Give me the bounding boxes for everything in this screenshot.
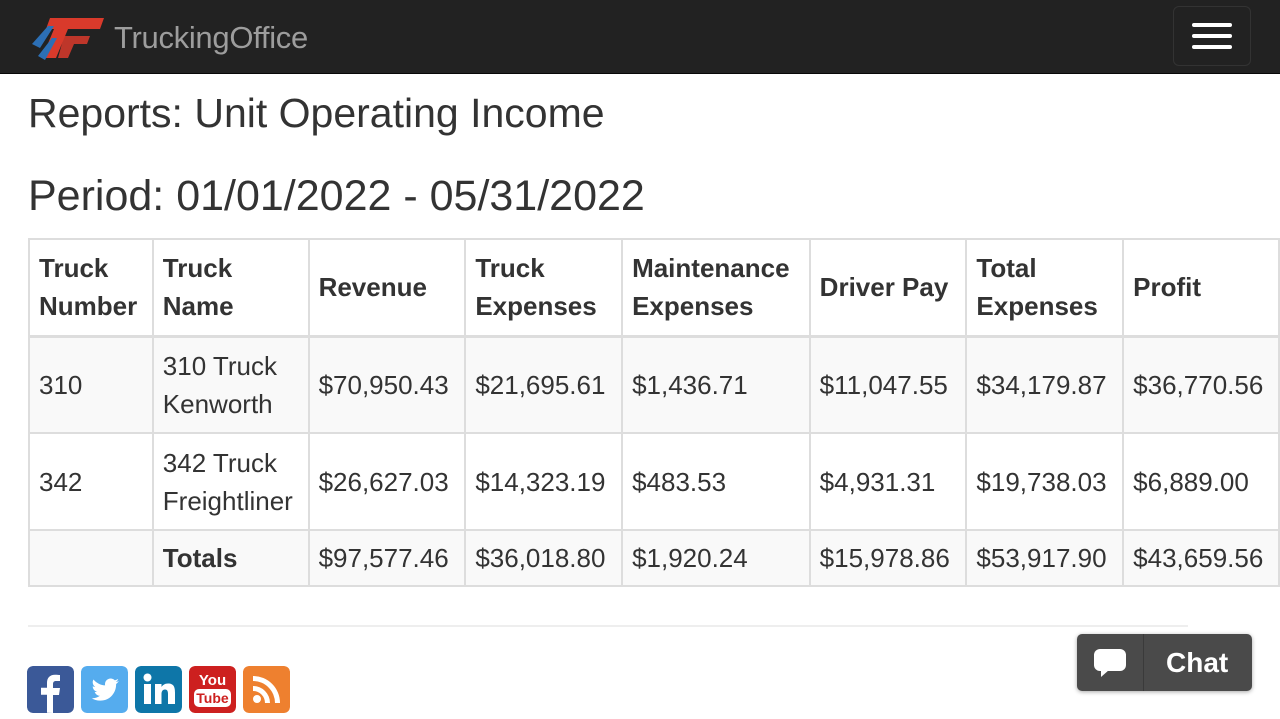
footer-divider	[28, 625, 1188, 627]
header-truck-number: Truck Number	[28, 238, 154, 338]
hamburger-bar	[1192, 45, 1232, 49]
cell-truck-number: 342	[28, 432, 154, 531]
cell-truck-name: 342 Truck Freightliner	[151, 432, 310, 531]
total-maintenance-expenses: $1,920.24	[621, 529, 811, 587]
trucking-office-logo-icon	[32, 18, 104, 60]
facebook-icon[interactable]	[27, 666, 74, 713]
unit-operating-income-table: Truck Number Truck Name Revenue Truck Expen…	[28, 238, 1280, 587]
twitter-icon[interactable]	[81, 666, 128, 713]
social-links: You Tube	[27, 666, 290, 713]
cell-truck-number: 310	[28, 335, 154, 434]
header-maintenance-expenses: Maintenance Expenses	[621, 238, 811, 338]
header-profit: Profit	[1122, 238, 1280, 338]
totals-row: Totals $97,577.46 $36,018.80 $1,920.24 $…	[28, 529, 1280, 587]
hamburger-menu-button[interactable]	[1173, 6, 1251, 66]
cell-revenue: $70,950.43	[307, 335, 467, 434]
svg-text:Tube: Tube	[196, 690, 229, 706]
cell-maintenance-expenses: $1,436.71	[621, 335, 811, 434]
totals-label: Totals	[151, 529, 310, 587]
brand-name: TruckingOffice	[114, 20, 308, 55]
chat-label: Chat	[1166, 646, 1229, 678]
total-expenses: $53,917.90	[965, 529, 1125, 587]
cell-totals-empty	[28, 529, 154, 587]
hamburger-bar	[1192, 34, 1232, 38]
header-total-expenses: Total Expenses	[965, 238, 1125, 338]
chat-icon-container	[1077, 634, 1144, 691]
cell-truck-name: 310 Truck Kenworth	[151, 335, 310, 434]
cell-profit: $6,889.00	[1122, 432, 1280, 531]
cell-driver-pay: $4,931.31	[808, 432, 968, 531]
chat-button[interactable]: Chat	[1077, 634, 1252, 691]
report-period: Period: 01/01/2022 - 05/31/2022	[28, 172, 645, 220]
cell-total-expenses: $34,179.87	[965, 335, 1125, 434]
total-truck-expenses: $36,018.80	[464, 529, 624, 587]
total-profit: $43,659.56	[1122, 529, 1280, 587]
header-driver-pay: Driver Pay	[808, 238, 968, 338]
hamburger-bar	[1192, 23, 1232, 27]
total-revenue: $97,577.46	[307, 529, 467, 587]
speech-bubble-icon	[1094, 648, 1126, 677]
header-revenue: Revenue	[307, 238, 467, 338]
cell-truck-expenses: $21,695.61	[464, 335, 624, 434]
top-navbar: TruckingOffice	[0, 0, 1280, 74]
table-row: 310 310 Truck Kenworth $70,950.43 $21,695…	[28, 335, 1280, 434]
linkedin-icon[interactable]	[135, 666, 182, 713]
cell-maintenance-expenses: $483.53	[621, 432, 811, 531]
youtube-icon[interactable]: You Tube	[189, 666, 236, 713]
header-truck-expenses: Truck Expenses	[464, 238, 624, 338]
page-title: Reports: Unit Operating Income	[28, 90, 605, 136]
cell-driver-pay: $11,047.55	[808, 335, 968, 434]
table-row: 342 342 Truck Freightliner $26,627.03 $14…	[28, 432, 1280, 531]
cell-profit: $36,770.56	[1122, 335, 1280, 434]
table-header-row: Truck Number Truck Name Revenue Truck Expen…	[28, 238, 1280, 338]
cell-total-expenses: $19,738.03	[965, 432, 1125, 531]
brand-link[interactable]: TruckingOffice	[28, 14, 308, 62]
svg-text:You: You	[199, 672, 226, 689]
header-truck-name: Truck Name	[151, 238, 310, 338]
rss-icon[interactable]	[243, 666, 290, 713]
cell-revenue: $26,627.03	[307, 432, 467, 531]
cell-truck-expenses: $14,323.19	[464, 432, 624, 531]
total-driver-pay: $15,978.86	[808, 529, 968, 587]
